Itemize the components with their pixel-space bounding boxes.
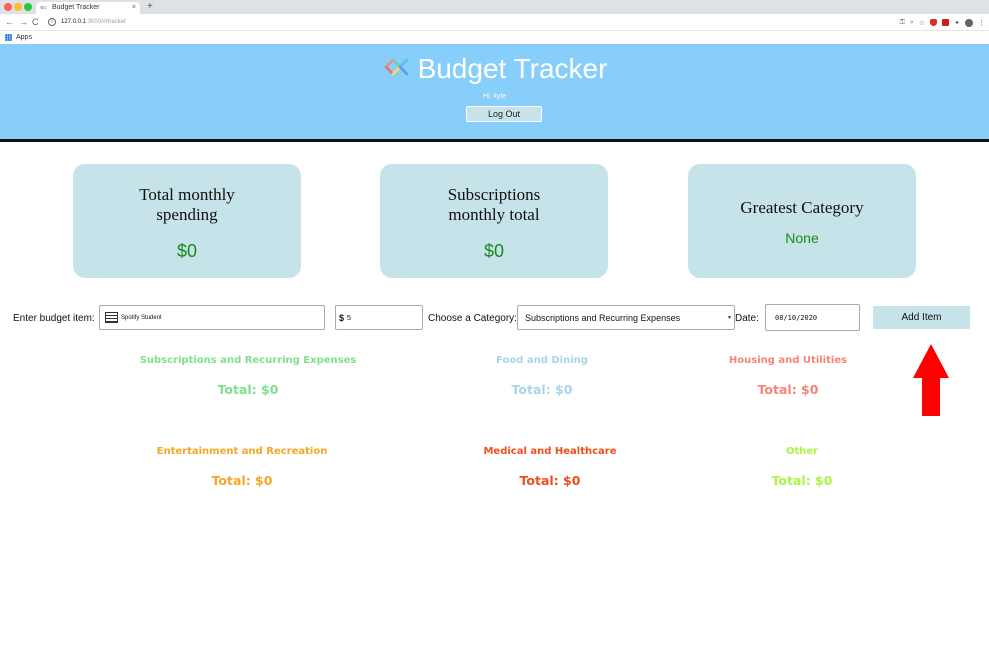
star-icon[interactable]: ☆	[919, 19, 925, 27]
amount-input[interactable]: $ 5	[335, 305, 423, 330]
red-extension-icon[interactable]	[942, 19, 950, 26]
extension-icons: ⚿ ⌕ ☆ ✦ ⋮	[900, 14, 985, 31]
greatest-category-card: Greatest Category None	[688, 164, 916, 278]
category-label: Choose a Category:	[428, 313, 517, 324]
category-total: Total: $0	[217, 382, 279, 397]
amount-value: 5	[347, 315, 351, 322]
logout-button[interactable]: Log Out	[466, 106, 542, 122]
budget-item-value: Spotify Student	[121, 315, 162, 321]
key-icon[interactable]: ⚿	[900, 19, 905, 27]
category-total: Total: $0	[519, 473, 581, 488]
category-total: Total: $0	[211, 473, 273, 488]
subscriptions-title: Subscriptions monthly total	[447, 185, 541, 224]
category-selected-value: Subscriptions and Recurring Expenses	[525, 313, 681, 323]
window-close-button[interactable]	[4, 3, 12, 11]
subscriptions-value: $0	[483, 241, 505, 261]
back-arrow-icon[interactable]: ←	[5, 14, 14, 31]
category-select[interactable]: Subscriptions and Recurring Expenses ▼	[517, 305, 735, 330]
date-input[interactable]: 08/10/2020	[765, 304, 860, 331]
category-total: Total: $0	[757, 382, 819, 397]
category-subscriptions: Subscriptions and Recurring Expenses Tot…	[123, 355, 373, 397]
address-bar[interactable]: 127.0.0.1:3000/#/tracker	[61, 14, 126, 31]
red-up-arrow-icon	[913, 344, 949, 416]
category-name: Medical and Healthcare	[483, 446, 617, 457]
category-name: Entertainment and Recreation	[156, 446, 328, 457]
window-zoom-button[interactable]	[24, 3, 32, 11]
select-caret-icon: ▼	[727, 315, 732, 321]
apps-grid-icon[interactable]	[5, 34, 12, 41]
browser-tab[interactable]: ⇐ Budget Tracker ×	[36, 2, 140, 14]
category-name: Subscriptions and Recurring Expenses	[139, 355, 357, 366]
new-tab-button[interactable]: +	[147, 0, 153, 14]
date-label: Date:	[735, 313, 759, 324]
budget-item-label: Enter budget item:	[13, 313, 95, 324]
user-greeting: Hi, kyle	[483, 93, 506, 100]
date-value: 08/10/2020	[775, 314, 818, 322]
budget-logo-icon	[384, 58, 408, 76]
total-monthly-value: $0	[176, 241, 198, 261]
category-entertainment: Entertainment and Recreation Total: $0	[142, 446, 342, 488]
greatest-category-value: None	[785, 230, 819, 246]
total-monthly-title: Total monthly spending	[139, 185, 235, 224]
shield-extension-icon[interactable]	[930, 19, 938, 26]
tab-title: Budget Tracker	[52, 4, 100, 11]
profile-avatar-icon[interactable]	[965, 18, 973, 27]
menu-dots-icon[interactable]: ⋮	[978, 19, 985, 27]
puzzle-extension-icon[interactable]: ✦	[954, 19, 960, 27]
reload-icon[interactable]: C	[32, 14, 39, 31]
window-minimize-button[interactable]	[14, 3, 22, 11]
site-header: Budget Tracker Hi, kyle Log Out	[0, 44, 989, 142]
browser-toolbar: ← → C i 127.0.0.1:3000/#/tracker ⚿ ⌕ ☆ ✦…	[0, 14, 989, 31]
greatest-category-title: Greatest Category	[740, 198, 864, 217]
zoom-icon[interactable]: ⌕	[910, 19, 914, 27]
category-name: Housing and Utilities	[728, 355, 848, 366]
category-name: Food and Dining	[496, 355, 588, 366]
budget-item-input[interactable]: Spotify Student	[99, 305, 325, 330]
category-total: Total: $0	[511, 382, 573, 397]
category-housing: Housing and Utilities Total: $0	[688, 355, 888, 397]
browser-tab-strip: ⇐ Budget Tracker × +	[0, 0, 989, 14]
tab-close-icon[interactable]: ×	[132, 2, 136, 14]
category-medical: Medical and Healthcare Total: $0	[450, 446, 650, 488]
dollar-sign: $	[339, 313, 345, 323]
page-title: Budget Tracker	[417, 53, 608, 84]
category-name: Other	[785, 446, 819, 457]
url-path: :3000/#/tracker	[86, 19, 127, 25]
bookmarks-bar: Apps	[0, 31, 989, 44]
category-food: Food and Dining Total: $0	[442, 355, 642, 397]
total-monthly-card: Total monthly spending $0	[73, 164, 301, 278]
url-host: 127.0.0.1	[61, 19, 87, 25]
add-item-button[interactable]: Add Item	[873, 306, 970, 329]
category-other: Other Total: $0	[702, 446, 902, 488]
autofill-list-icon	[105, 312, 118, 323]
site-info-icon[interactable]: i	[48, 18, 56, 26]
apps-bookmark[interactable]: Apps	[16, 31, 32, 44]
tab-favicon-icon: ⇐	[40, 3, 47, 12]
category-total: Total: $0	[771, 473, 833, 488]
subscriptions-card: Subscriptions monthly total $0	[380, 164, 608, 278]
forward-arrow-icon[interactable]: →	[19, 14, 28, 31]
brand: Budget Tracker	[0, 54, 989, 84]
